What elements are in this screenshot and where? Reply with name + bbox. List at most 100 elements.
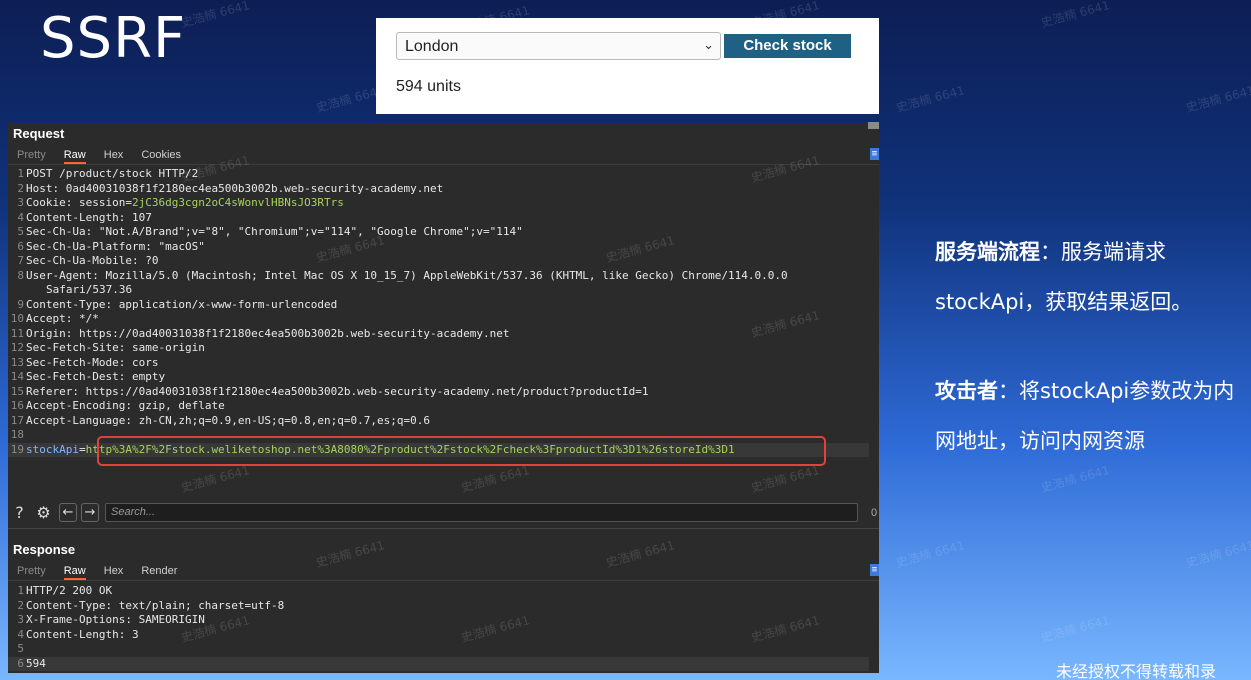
code-token: session= (78, 196, 132, 209)
code-token: Host: (26, 181, 66, 195)
code-line: 6 Sec-Ch-Ua-Platform: "macOS" (8, 240, 869, 255)
code-line: 13 Sec-Fetch-Mode: cors (8, 356, 869, 371)
code-token: cors (131, 355, 159, 369)
line-number (8, 283, 26, 298)
note-label: 攻击者 (935, 378, 998, 403)
code-line: 14 Sec-Fetch-Dest: empty (8, 370, 869, 385)
code-token: User-Agent: (26, 268, 106, 282)
code-line: 12 Sec-Fetch-Site: same-origin (8, 341, 869, 356)
tab-cookies[interactable]: Cookies (141, 149, 181, 161)
line-number: 17 (10, 413, 24, 427)
code-line: 9 Content-Type: application/x-www-form-ur… (8, 298, 869, 313)
code-line: 10 Accept: */* (8, 312, 869, 327)
code-token: Sec-Ch-Ua-Mobile: (26, 254, 146, 267)
line-number: 3 (17, 613, 24, 626)
code-line: 8 User-Agent: Mozilla/5.0 (Macintosh; Int… (8, 269, 869, 284)
code-token: zh-CN,zh;q=0.9,en-US;q=0.8,en;q=0.7,es;q… (138, 413, 430, 427)
response-tabs: Pretty Raw Hex Render (17, 565, 195, 580)
inspector-icon[interactable]: ≡ (870, 148, 879, 160)
code-token: 0ad40031038f1f2180ec4ea500b3002b.web-sec… (65, 181, 444, 195)
line-number: 13 (10, 355, 24, 369)
line-number: 5 (17, 225, 24, 238)
code-token: Content-Type: (26, 297, 119, 311)
watermark: 史浩楠 6641 (1039, 463, 1112, 495)
code-line: 4 Content-Length: 107 (8, 211, 869, 226)
code-token: Sec-Ch-Ua-Platform: (26, 239, 159, 253)
code-token: ?0 (145, 254, 159, 267)
chevron-down-icon: ⌄ (703, 37, 714, 52)
code-line: Safari/537.36 (8, 283, 869, 298)
tab-raw[interactable]: Raw (63, 565, 86, 580)
code-token: Accept-Encoding: (26, 399, 139, 412)
code-token: Cookie: (26, 196, 79, 209)
code-token: same-origin (131, 341, 205, 354)
tab-pretty[interactable]: Pretty (17, 565, 46, 577)
code-token: Mozilla/5.0 (Macintosh; Intel Mac OS X 1… (105, 268, 788, 282)
response-editor: 1 HTTP/2 200 OK 2 Content-Type: text/plain;… (8, 584, 869, 671)
line-number: 1 (17, 584, 24, 597)
code-line: 15 Referer: https://0ad40031038f1f2180ec4… (8, 385, 869, 400)
check-stock-button[interactable]: Check stock (724, 34, 851, 58)
burp-repeater-panel: Request Pretty Raw Hex Cookies ≡ 1 POST /pro… (8, 122, 879, 673)
watermark: 史浩楠 6641 (1184, 538, 1251, 570)
code-line: 3 X-Frame-Options: SAMEORIGIN (8, 613, 869, 628)
tab-pretty[interactable]: Pretty (17, 149, 46, 161)
code-line: 2 Content-Type: text/plain; charset=utf-8 (8, 599, 869, 614)
stock-check-widget: London ⌄ Check stock 594 units (376, 18, 879, 114)
code-token: Content-Length: (26, 210, 132, 224)
request-tabs: Pretty Raw Hex Cookies (17, 149, 199, 164)
back-arrow-icon[interactable]: ← (59, 503, 77, 522)
note-server-flow: 服务端流程：服务端请求stockApi，获取结果返回。 (935, 239, 1193, 314)
tab-hex[interactable]: Hex (104, 149, 124, 161)
line-number: 15 (10, 384, 24, 398)
tab-raw[interactable]: Raw (63, 149, 86, 164)
line-number: 3 (17, 196, 24, 209)
code-token: HTTP/2 200 OK (26, 584, 113, 597)
watermark: 史浩楠 6641 (1039, 0, 1112, 30)
code-line: 5 (8, 642, 869, 657)
line-number: 6 (17, 239, 24, 253)
code-line: 1 HTTP/2 200 OK (8, 584, 869, 599)
request-title: Request (13, 126, 65, 141)
code-token: = (78, 442, 86, 456)
stockapi-highlight-box (97, 436, 826, 466)
code-token: Accept-Language: (26, 413, 139, 427)
code-token: Origin: (26, 326, 79, 340)
code-line: 17 Accept-Language: zh-CN,zh;q=0.9,en-US;… (8, 414, 869, 429)
code-token: */* (78, 312, 99, 325)
stock-result: 594 units (396, 78, 461, 95)
code-token: https://0ad40031038f1f2180ec4ea500b3002b… (85, 384, 649, 398)
copyright-footer: 未经授权不得转载和录 (1056, 662, 1217, 680)
store-select[interactable]: London ⌄ (396, 32, 721, 60)
inspector-icon[interactable]: ≡ (870, 564, 879, 576)
line-number: 4 (17, 210, 24, 224)
help-icon[interactable]: ? (10, 503, 29, 522)
code-line: 5 Sec-Ch-Ua: "Not.A/Brand";v="8", "Chromi… (8, 225, 869, 240)
code-token: POST /product/stock HTTP/2 (26, 167, 199, 180)
code-token: stockApi (26, 442, 79, 456)
line-number: 6 (17, 656, 24, 670)
request-editor[interactable]: 1 POST /product/stock HTTP/2 2 Host: 0ad400… (8, 167, 869, 457)
search-input[interactable]: Search... (105, 503, 858, 522)
tab-render[interactable]: Render (141, 565, 177, 577)
code-line: 7 Sec-Ch-Ua-Mobile: ?0 (8, 254, 869, 269)
line-number: 19 (10, 442, 24, 456)
gear-icon[interactable]: ⚙ (34, 503, 53, 522)
code-token: 107 (131, 210, 152, 224)
code-token: empty (131, 370, 166, 383)
tab-hex[interactable]: Hex (104, 565, 124, 577)
code-line: 11 Origin: https://0ad40031038f1f2180ec4e… (8, 327, 869, 342)
line-number: 4 (17, 627, 24, 641)
code-token: Content-Length: (26, 627, 132, 641)
code-token: 594 (26, 656, 46, 670)
note-attacker: 攻击者：将stockApi参数改为内网地址，访问内网资源 (935, 378, 1235, 453)
code-token: gzip, deflate (138, 399, 225, 412)
line-number: 10 (10, 312, 24, 325)
code-token: Sec-Fetch-Site: (26, 341, 132, 354)
code-line: 2 Host: 0ad40031038f1f2180ec4ea500b3002b.… (8, 182, 869, 197)
code-token: 2jC36dg3cgn2oC4sWonvlHBNsJO3RTrs (131, 196, 344, 209)
layout-icon[interactable] (868, 122, 879, 129)
watermark: 史浩楠 6641 (179, 0, 252, 30)
slide-title: SSRF (40, 6, 187, 71)
forward-arrow-icon[interactable]: → (81, 503, 99, 522)
